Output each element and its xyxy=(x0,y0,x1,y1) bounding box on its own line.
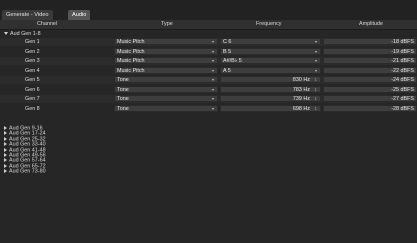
group-label: Aud Gen 73-80 xyxy=(9,168,46,175)
type-select[interactable]: Music Pitch xyxy=(114,38,218,45)
chevron-down-icon xyxy=(315,69,317,72)
frequency-stepper[interactable]: 739 Hz ↕ xyxy=(220,95,321,102)
expand-right-icon xyxy=(4,169,7,174)
channel-name: Gen 2 xyxy=(25,48,40,55)
frequency-select[interactable]: C 6 xyxy=(220,38,321,45)
spin-arrows-icon[interactable]: ↕ xyxy=(315,96,318,103)
header-channel: Channel xyxy=(37,21,58,27)
frequency-value: B 5 xyxy=(223,48,232,55)
type-select[interactable]: Tone xyxy=(114,85,218,93)
type-select[interactable]: Tone xyxy=(114,76,218,83)
amplitude-field[interactable]: -25 dBFS xyxy=(323,85,417,93)
chevron-down-icon xyxy=(212,69,214,72)
header-frequency: Frequency xyxy=(256,21,282,27)
amplitude-field[interactable]: -24 dBFS xyxy=(323,76,417,83)
frequency-value: 783 Hz xyxy=(292,86,310,93)
frequency-select[interactable]: B 5 xyxy=(220,47,321,55)
amplitude-field[interactable]: -18 dBFS xyxy=(323,38,417,45)
channel-name: Gen 6 xyxy=(25,86,40,93)
table-row: Gen 1 Music Pitch C 6 -18 dBFS xyxy=(0,38,417,46)
group-toggle-collapsed[interactable]: Aud Gen 73-80 xyxy=(4,169,46,174)
frequency-stepper[interactable]: 783 Hz ↕ xyxy=(220,85,321,94)
amplitude-field[interactable]: -27 dBFS xyxy=(323,95,417,102)
type-label: Music Pitch xyxy=(117,48,145,55)
channel-tree: Aud Gen 1-8 Gen 1 Music Pitch C 6 -18 dBFS G… xyxy=(0,30,417,243)
type-select[interactable]: Tone xyxy=(114,104,218,112)
expand-right-icon xyxy=(4,136,7,141)
amplitude-field[interactable]: -19 dBFS xyxy=(323,47,417,55)
chevron-down-icon xyxy=(212,88,214,91)
type-label: Tone xyxy=(117,105,129,112)
channel-name: Gen 8 xyxy=(25,105,40,112)
frequency-value: A#/B♭ 5 xyxy=(223,58,242,64)
expand-right-icon xyxy=(4,158,7,163)
chevron-down-icon xyxy=(212,60,214,62)
frequency-value: 830 Hz xyxy=(292,77,310,83)
table-row: Gen 6 Tone 783 Hz ↕ -25 dBFS xyxy=(0,85,417,94)
chevron-down-icon xyxy=(212,50,214,53)
table-row: Gen 5 Tone 830 Hz ↕ -24 dBFS xyxy=(0,76,417,84)
channel-name: Gen 4 xyxy=(25,67,40,74)
group-toggle-open[interactable]: Aud Gen 1-8 xyxy=(4,30,41,38)
expand-right-icon xyxy=(4,142,7,147)
expand-right-icon xyxy=(4,126,7,130)
table-row: Gen 8 Tone 698 Hz ↕ -28 dBFS xyxy=(0,104,417,113)
type-select[interactable]: Music Pitch xyxy=(114,57,218,64)
tab-bar: Generate - Video Audio xyxy=(0,0,417,20)
type-label: Music Pitch xyxy=(117,39,145,45)
table-row: Gen 3 Music Pitch A#/B♭ 5 -21 dBFS xyxy=(0,57,417,65)
chevron-down-icon xyxy=(212,79,214,81)
header-type: Type xyxy=(161,21,173,27)
expand-down-icon xyxy=(4,32,8,36)
expand-right-icon xyxy=(4,147,7,152)
frequency-select[interactable]: A 5 xyxy=(220,66,321,74)
frequency-value: A 5 xyxy=(223,67,231,74)
table-row: Gen 2 Music Pitch B 5 -19 dBFS xyxy=(0,47,417,56)
table-row: Gen 7 Tone 739 Hz ↕ -27 dBFS xyxy=(0,95,417,103)
channel-name: Gen 5 xyxy=(25,77,40,83)
frequency-select[interactable]: A#/B♭ 5 xyxy=(220,57,321,64)
amplitude-field[interactable]: -22 dBFS xyxy=(323,66,417,74)
frequency-stepper[interactable]: 830 Hz ↕ xyxy=(220,76,321,83)
channel-name: Gen 3 xyxy=(25,58,40,64)
amplitude-field[interactable]: -28 dBFS xyxy=(323,104,417,112)
chevron-down-icon xyxy=(315,41,317,43)
type-select[interactable]: Tone xyxy=(114,95,218,102)
frequency-value: 739 Hz xyxy=(292,96,310,102)
spin-arrows-icon[interactable]: ↕ xyxy=(315,77,318,84)
type-label: Music Pitch xyxy=(117,67,145,74)
expand-right-icon xyxy=(4,153,7,157)
type-label: Tone xyxy=(117,86,129,93)
chevron-down-icon xyxy=(212,41,214,43)
type-select[interactable]: Music Pitch xyxy=(114,66,218,74)
tab-audio[interactable]: Audio xyxy=(68,10,91,20)
frequency-value: 698 Hz xyxy=(292,105,310,112)
type-select[interactable]: Music Pitch xyxy=(114,47,218,55)
chevron-down-icon xyxy=(315,50,317,53)
channel-name: Gen 7 xyxy=(25,96,40,102)
type-label: Tone xyxy=(117,77,129,83)
frequency-stepper[interactable]: 698 Hz ↕ xyxy=(220,104,321,113)
expand-right-icon xyxy=(4,131,7,136)
frequency-value: C 6 xyxy=(223,39,232,45)
table-row: Gen 4 Music Pitch A 5 -22 dBFS xyxy=(0,66,417,75)
spin-arrows-icon[interactable]: ↕ xyxy=(315,87,318,94)
channel-name: Gen 1 xyxy=(25,39,40,45)
header-amplitude: Amplitude xyxy=(359,21,383,27)
tab-generate-video[interactable]: Generate - Video xyxy=(2,10,53,20)
type-label: Tone xyxy=(117,96,129,102)
group-label: Aud Gen 1-8 xyxy=(10,31,41,37)
column-header: Channel Type Frequency Amplitude xyxy=(0,20,417,30)
spin-arrows-icon[interactable]: ↕ xyxy=(315,106,318,113)
amplitude-field[interactable]: -21 dBFS xyxy=(323,57,417,64)
chevron-down-icon xyxy=(315,60,317,62)
audio-generator-window: Generate - Video Audio Channel Type Freq… xyxy=(0,0,417,243)
expand-right-icon xyxy=(4,163,7,168)
chevron-down-icon xyxy=(212,98,214,100)
chevron-down-icon xyxy=(212,107,214,110)
type-label: Music Pitch xyxy=(117,58,145,64)
